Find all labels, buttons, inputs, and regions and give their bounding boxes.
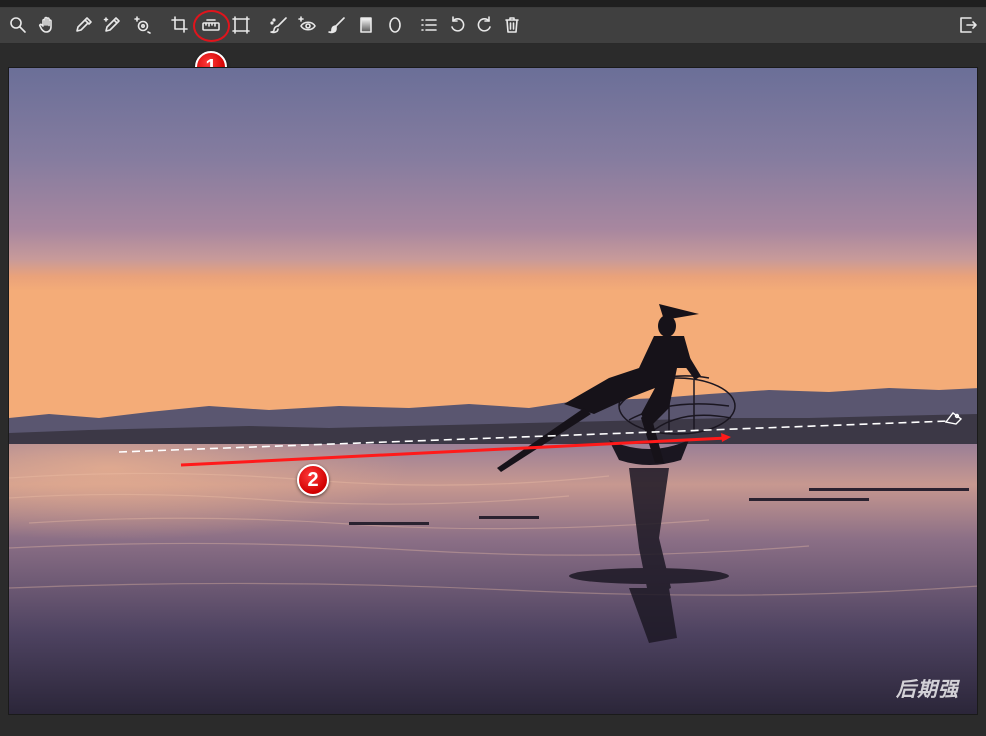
rotate-cw-icon	[477, 16, 491, 32]
rotate-ccw-icon	[451, 16, 465, 32]
eyedropper-sparkle-icon	[103, 17, 120, 32]
transform-icon	[232, 16, 250, 34]
ellipse-icon	[389, 17, 401, 33]
target-icon	[134, 16, 151, 34]
hand-tool[interactable]	[36, 14, 58, 36]
photo-image	[9, 68, 977, 714]
trash-tool[interactable]	[501, 14, 523, 36]
rotate-left-tool[interactable]	[447, 14, 469, 36]
trash-icon	[505, 17, 519, 33]
red-eye-icon	[298, 16, 316, 31]
tool-bar	[0, 8, 986, 44]
watermark-text: 后期强	[896, 679, 959, 701]
crop-tool[interactable]	[169, 14, 191, 36]
fullscreen-exit-icon	[960, 17, 977, 33]
step-2-badge: 2	[297, 464, 329, 496]
eyedropper-icon	[76, 17, 92, 32]
magnifier-icon	[10, 17, 26, 33]
target-adjustment-tool[interactable]	[101, 14, 123, 36]
straighten-tool[interactable]	[200, 14, 222, 36]
camera-raw-window: 1 2 后期强	[0, 0, 986, 736]
targeted-adjustment-tool[interactable]	[131, 14, 153, 36]
brush-icon	[328, 17, 345, 34]
red-eye-tool[interactable]	[296, 14, 318, 36]
title-strip	[0, 0, 986, 8]
preferences-tool[interactable]	[418, 14, 440, 36]
radial-filter-tool[interactable]	[384, 14, 406, 36]
toggle-fullscreen[interactable]	[957, 14, 979, 36]
photo-preview: 2 后期强	[8, 67, 978, 715]
list-icon	[421, 19, 437, 31]
zoom-tool[interactable]	[7, 14, 29, 36]
transform-tool[interactable]	[230, 14, 252, 36]
color-sampler-tool[interactable]	[73, 14, 95, 36]
gradient-icon	[360, 17, 372, 33]
straighten-icon	[202, 19, 220, 31]
spot-brush-icon	[270, 17, 287, 34]
spot-removal-tool[interactable]	[268, 14, 290, 36]
hand-icon	[39, 16, 52, 33]
adjustment-brush-tool[interactable]	[326, 14, 348, 36]
rotate-right-tool[interactable]	[473, 14, 495, 36]
crop-icon	[171, 16, 188, 33]
graduated-filter-tool[interactable]	[355, 14, 377, 36]
